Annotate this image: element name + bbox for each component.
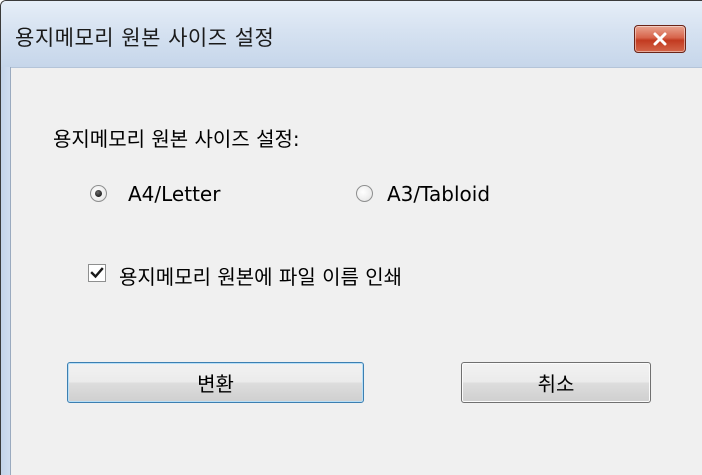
size-setting-label: 용지메모리 원본 사이즈 설정: (53, 127, 300, 151)
cancel-button[interactable]: 취소 (461, 362, 651, 403)
dialog-body: 용지메모리 원본 사이즈 설정: A4/Letter A3/Tabloid 용지… (11, 68, 702, 475)
close-button[interactable] (634, 25, 686, 53)
print-filename-label[interactable]: 용지메모리 원본에 파일 이름 인쇄 (119, 261, 402, 290)
dialog-window: 용지메모리 원본 사이즈 설정 용지메모리 원본 사이즈 설정: A4/Lett… (0, 0, 702, 475)
radio-a4-letter[interactable] (90, 185, 107, 202)
radio-a3-tabloid[interactable] (356, 185, 373, 202)
window-frame-left (1, 67, 11, 475)
radio-a3-tabloid-label[interactable]: A3/Tabloid (387, 182, 490, 206)
window-title: 용지메모리 원본 사이즈 설정 (15, 26, 275, 50)
convert-button[interactable]: 변환 (67, 362, 364, 403)
title-bar[interactable]: 용지메모리 원본 사이즈 설정 (1, 1, 702, 68)
close-icon (652, 32, 668, 46)
radio-dot-icon (95, 190, 102, 197)
radio-a4-letter-label[interactable]: A4/Letter (128, 182, 220, 206)
print-filename-checkbox[interactable] (88, 264, 106, 282)
